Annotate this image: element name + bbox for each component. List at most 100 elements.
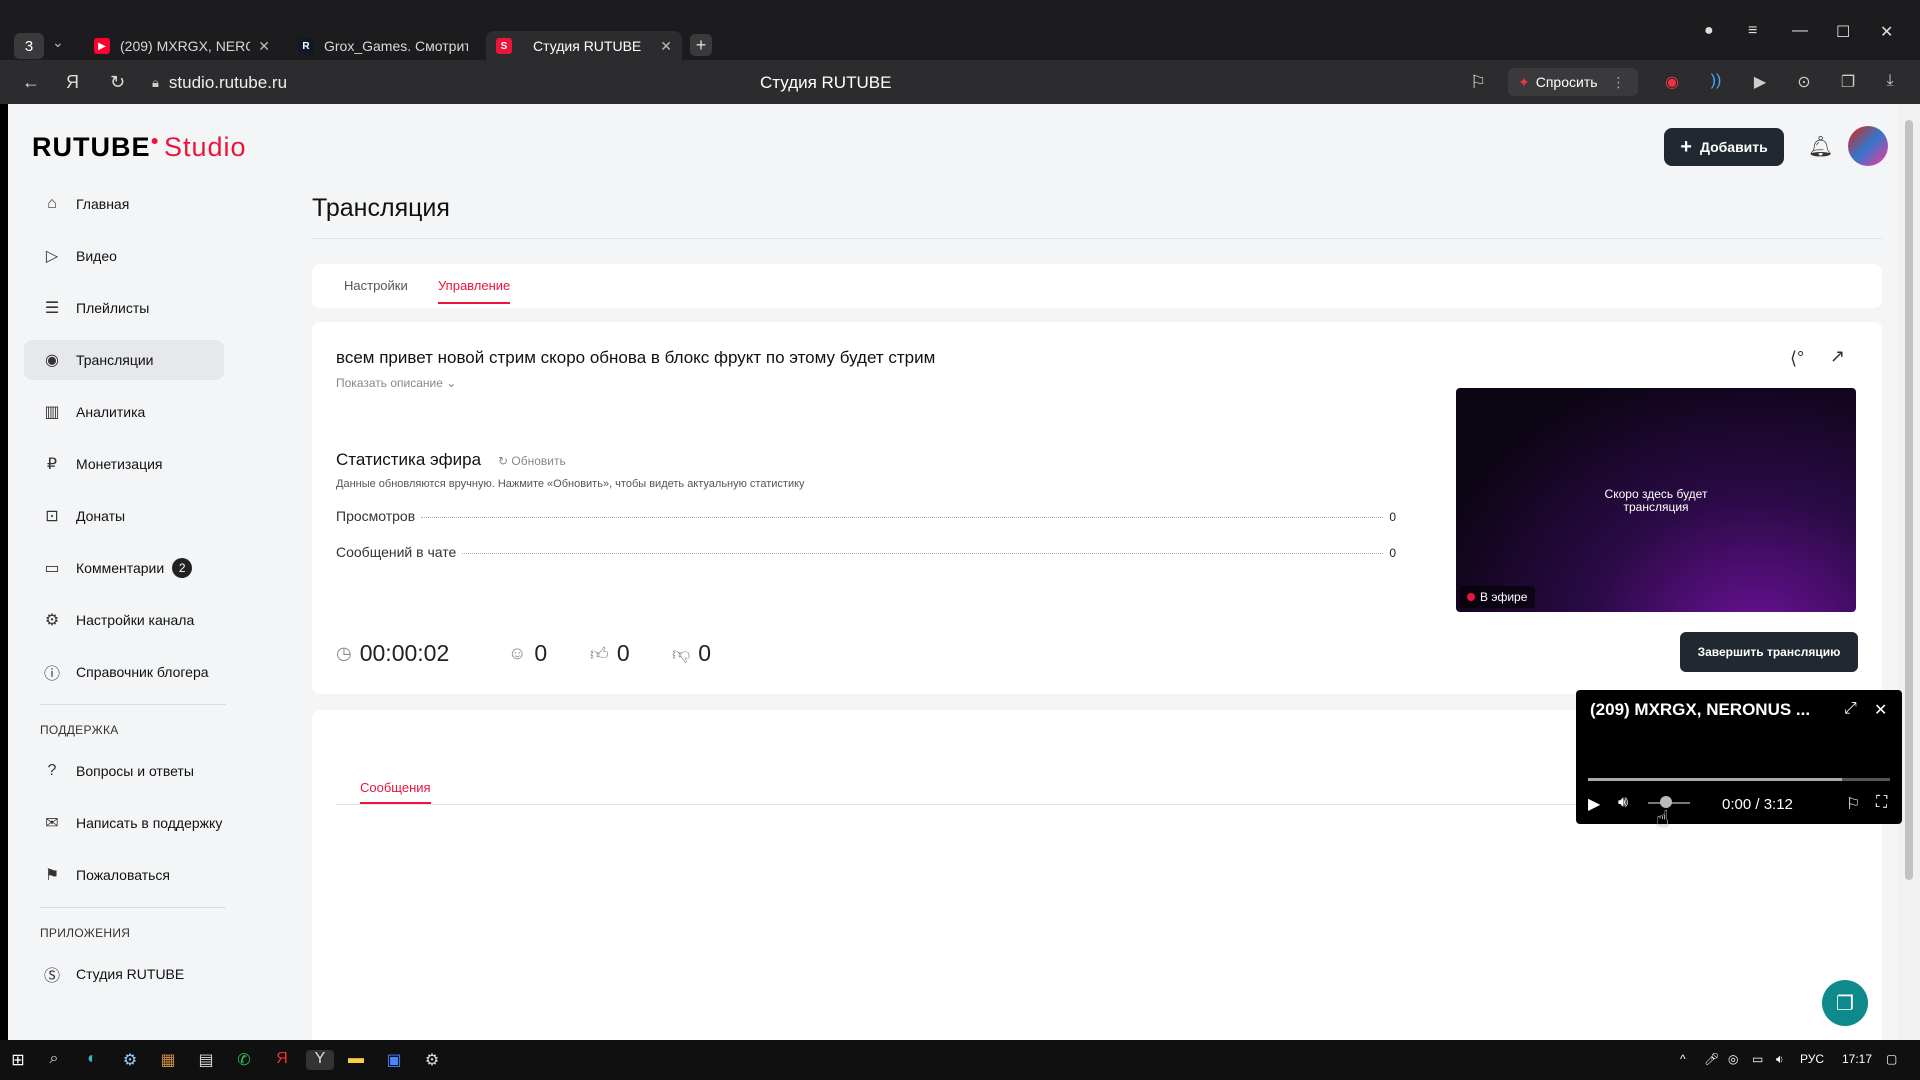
bell-icon[interactable]: 🔔︎ bbox=[1808, 134, 1833, 159]
stat-dots bbox=[421, 517, 1384, 518]
tab-counter[interactable]: 3 bbox=[14, 33, 44, 59]
settings-app-icon[interactable]: ⚙ bbox=[422, 1050, 442, 1070]
speaker-icon[interactable]: 🔉︎ bbox=[1776, 1052, 1784, 1067]
clock[interactable]: 17:17 bbox=[1842, 1052, 1872, 1066]
download-icon[interactable]: ⤓ bbox=[1880, 72, 1900, 92]
new-tab-button[interactable]: + bbox=[690, 34, 712, 56]
expand-icon[interactable]: ⤢ bbox=[1844, 700, 1857, 718]
mini-player[interactable]: (209) MXRGX, NERONUS ... ⤢ ✕ ▶ 🔊︎ 0:00 /… bbox=[1576, 690, 1902, 824]
app-icon[interactable]: ▣ bbox=[384, 1050, 404, 1070]
maximize-icon[interactable]: ☐ bbox=[1836, 22, 1850, 42]
playlist-icon: ☰ bbox=[44, 300, 60, 317]
close-icon[interactable]: ✕ bbox=[258, 38, 270, 55]
sidebar-item-channel-settings[interactable]: ⚙ Настройки канала bbox=[24, 600, 224, 640]
sidebar-item-video[interactable]: ▷ Видео bbox=[24, 236, 224, 276]
sidebar-item-broadcasts[interactable]: ◉ Трансляции bbox=[24, 340, 224, 380]
mic-icon[interactable]: 🎤︎ bbox=[1704, 1052, 1719, 1066]
collections-icon[interactable]: ❐ bbox=[1838, 72, 1858, 92]
preview-text: Скоро здесь будет трансляция bbox=[1456, 488, 1856, 514]
chevron-down-icon[interactable]: ⌄ bbox=[52, 34, 64, 51]
share-icon[interactable]: ⟨° bbox=[1790, 348, 1804, 369]
yandex-browser-icon[interactable]: Y bbox=[306, 1050, 334, 1070]
show-description-label: Показать описание bbox=[336, 376, 443, 390]
more-icon[interactable]: ⋮ bbox=[1612, 74, 1626, 91]
tab-messages[interactable]: Сообщения bbox=[360, 780, 431, 804]
scrollbar-thumb[interactable] bbox=[1905, 120, 1913, 880]
apps-section-title: ПРИЛОЖЕНИЯ bbox=[40, 926, 131, 940]
url-field[interactable]: 🔒︎ studio.rutube.ru bbox=[152, 73, 287, 93]
language-indicator[interactable]: РУС bbox=[1800, 1052, 1824, 1066]
reload-icon[interactable]: ↻ bbox=[110, 72, 125, 93]
ask-button[interactable]: ✦ Спросить ⋮ bbox=[1508, 68, 1638, 96]
avatar[interactable] bbox=[1848, 126, 1888, 166]
mini-player-title: (209) MXRGX, NERONUS ... bbox=[1590, 700, 1811, 719]
sidebar-item-monetization[interactable]: ₽ Монетизация bbox=[24, 444, 224, 484]
rutube-studio-logo[interactable]: RUTUBE● Studio bbox=[32, 132, 247, 163]
tray-app-icon[interactable]: ◎ bbox=[1728, 1052, 1738, 1066]
profile-icon[interactable]: ● bbox=[1704, 22, 1714, 40]
tab-management[interactable]: Управление bbox=[438, 278, 511, 304]
play-extension-icon[interactable]: ▶ bbox=[1750, 72, 1770, 92]
close-icon[interactable]: ✕ bbox=[1874, 700, 1887, 720]
external-link-icon[interactable]: ↗ bbox=[1830, 346, 1845, 367]
sidebar-item-playlists[interactable]: ☰ Плейлисты bbox=[24, 288, 224, 328]
sidebar-item-home[interactable]: ⌂ Главная bbox=[24, 184, 224, 224]
refresh-button[interactable]: ↻ Обновить bbox=[498, 454, 566, 468]
progress-bar[interactable] bbox=[1588, 778, 1890, 781]
support-chat-button[interactable]: ❐ bbox=[1822, 980, 1868, 1026]
menu-icon[interactable]: ≡ bbox=[1748, 22, 1757, 40]
stat-row-chat-messages: Сообщений в чате 0 bbox=[336, 544, 1396, 560]
minecraft-icon[interactable]: ▦ bbox=[158, 1050, 178, 1070]
add-button[interactable]: + Добавить bbox=[1664, 128, 1784, 166]
sidebar-item-donations[interactable]: ⊡ Донаты bbox=[24, 496, 224, 536]
yandex-icon[interactable]: Я bbox=[66, 72, 79, 93]
tab-settings[interactable]: Настройки bbox=[344, 278, 408, 293]
sidebar-item-faq[interactable]: ? Вопросы и ответы bbox=[24, 751, 224, 791]
back-icon[interactable]: ← bbox=[22, 72, 40, 93]
stream-preview[interactable]: Скоро здесь будет трансляция В эфире bbox=[1456, 388, 1856, 612]
volume-icon[interactable]: 🔊︎ bbox=[1618, 794, 1628, 812]
close-icon[interactable]: ✕ bbox=[660, 38, 672, 55]
stats-note: Данные обновляются вручную. Нажмите «Обн… bbox=[336, 478, 805, 490]
windows-start-icon[interactable]: ⊞ bbox=[8, 1050, 28, 1070]
network-icon[interactable]: ▭ bbox=[1752, 1052, 1763, 1066]
chevron-down-icon: ⌄ bbox=[446, 376, 457, 390]
browser-tab-youtube[interactable]: ▶ (209) MXRGX, NERONUS ✕ bbox=[84, 31, 280, 61]
play-icon[interactable]: ▶ bbox=[1588, 794, 1600, 814]
yandex-app-icon[interactable]: Я bbox=[272, 1050, 292, 1070]
video-extension-icon[interactable]: ⊙ bbox=[1794, 72, 1814, 92]
steam-icon[interactable]: ⚙ bbox=[120, 1050, 140, 1070]
notepad-icon[interactable]: ▤ bbox=[196, 1050, 216, 1070]
refresh-icon: ↻ bbox=[498, 454, 509, 468]
sidebar-item-blogger-guide[interactable]: ⓘ Справочник блогера bbox=[24, 652, 224, 692]
end-stream-button[interactable]: Завершить трансляцию bbox=[1680, 632, 1858, 672]
logo-product: Studio bbox=[163, 132, 247, 162]
analytics-icon: ▥ bbox=[44, 404, 60, 421]
progress-buffer bbox=[1588, 778, 1842, 781]
windows-taskbar: ⊞ ⌕ ◐ ⚙ ▦ ▤ ✆ Я Y ▬ ▣ ⚙ ^ 🎤︎ ◎ ▭ 🔉︎ РУС … bbox=[0, 1040, 1920, 1080]
folder-icon[interactable]: ▬ bbox=[346, 1050, 366, 1070]
extension-icon[interactable]: ◉ bbox=[1662, 72, 1682, 92]
whatsapp-icon[interactable]: ✆ bbox=[234, 1050, 254, 1070]
sidebar-item-report[interactable]: ⚑ Пожаловаться bbox=[24, 855, 224, 895]
minimize-icon[interactable]: — bbox=[1792, 22, 1808, 40]
bookmark-icon[interactable]: ⚐ bbox=[1470, 72, 1486, 93]
sidebar-item-studio-app[interactable]: Ⓢ Студия RUTUBE bbox=[24, 954, 224, 994]
tab-title: (209) MXRGX, NERONUS bbox=[120, 38, 250, 54]
sidebar-item-comments[interactable]: ▭ Комментарии 2 bbox=[24, 548, 224, 588]
sidebar-item-analytics[interactable]: ▥ Аналитика bbox=[24, 392, 224, 432]
alice-icon[interactable]: )) bbox=[1706, 72, 1726, 92]
sidebar-item-write-support[interactable]: ✉ Написать в поддержку bbox=[24, 803, 224, 843]
tray-chevron-icon[interactable]: ^ bbox=[1680, 1052, 1686, 1066]
search-icon[interactable]: ⌕ bbox=[44, 1050, 64, 1070]
close-window-icon[interactable]: ✕ bbox=[1880, 22, 1893, 42]
notification-icon[interactable]: ▢ bbox=[1886, 1052, 1897, 1066]
page-scrollbar[interactable] bbox=[1898, 104, 1920, 1040]
edge-icon[interactable]: ◐ bbox=[82, 1050, 102, 1070]
browser-tab-studio[interactable]: S Студия RUTUBE ✕ bbox=[486, 31, 682, 61]
show-description-toggle[interactable]: Показать описание ⌄ bbox=[336, 376, 456, 390]
fullscreen-icon[interactable]: ⛶ bbox=[1876, 794, 1887, 812]
browser-tab-grox[interactable]: R Grox_Games. Смотрите в bbox=[288, 31, 478, 61]
bookmark-icon[interactable]: ⚐ bbox=[1846, 794, 1860, 814]
stream-title: всем привет новой стрим скоро обнова в б… bbox=[336, 348, 936, 367]
